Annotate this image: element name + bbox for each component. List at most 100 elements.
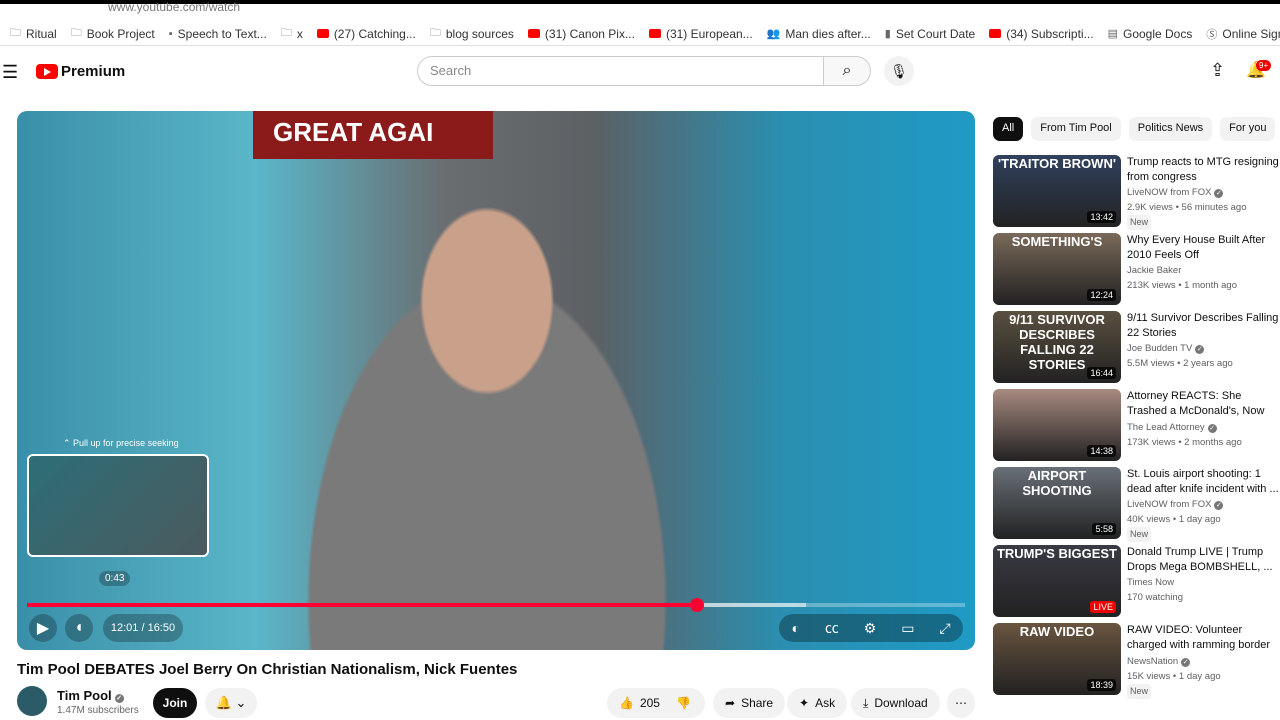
autoplay-toggle[interactable]: ◐: [791, 620, 799, 636]
like-dislike-group: 👍 205 👎: [607, 688, 705, 718]
subscription-bell-button[interactable]: 🔔 ⌄: [205, 688, 257, 718]
channel-label[interactable]: NewsNation: [1127, 656, 1178, 667]
ask-button[interactable]: ✦ Ask: [787, 688, 848, 718]
video-thumbnail[interactable]: AIRPORT SHOOTING 5:58: [993, 467, 1121, 539]
filter-chip[interactable]: For you: [1220, 117, 1276, 141]
download-button[interactable]: ⤓ Download: [851, 688, 940, 718]
video-title: Tim Pool DEBATES Joel Berry On Christian…: [17, 661, 518, 678]
thumbnail-text: TRUMP'S BIGGEST: [996, 546, 1118, 561]
video-title[interactable]: St. Louis airport shooting: 1 dead after…: [1127, 467, 1280, 497]
channel-label[interactable]: LiveNOW from FOX: [1127, 187, 1211, 198]
video-title[interactable]: RAW VIDEO: Volunteer charged with rammin…: [1127, 623, 1280, 654]
volume-button[interactable]: ◖: [65, 614, 93, 642]
recommended-video[interactable]: RAW VIDEO 18:39 RAW VIDEO: Volunteer cha…: [993, 623, 1280, 701]
bookmark-item[interactable]: 🗀 Book Project: [71, 24, 155, 43]
bookmark-label: Ritual: [26, 26, 57, 41]
channel-name[interactable]: Joe Budden TV ✓: [1127, 341, 1280, 356]
video-thumbnail[interactable]: 9/11 SURVIVOR DESCRIBES FALLING 22 STORI…: [993, 311, 1121, 383]
thumbnail-text: [993, 389, 1121, 391]
channel-name[interactable]: LiveNOW from FOX ✓: [1127, 185, 1280, 200]
channel-label[interactable]: Joe Budden TV: [1127, 343, 1192, 354]
channel-label[interactable]: Times Now: [1127, 577, 1174, 588]
folder-icon: 🗀: [70, 27, 82, 39]
video-thumbnail[interactable]: RAW VIDEO 18:39: [993, 623, 1121, 695]
bookmark-label: Online Signatu...: [1222, 26, 1280, 41]
channel-name[interactable]: Jackie Baker: [1127, 263, 1280, 278]
bookmark-item[interactable]: 🗀 Ritual: [10, 24, 57, 43]
page-icon: ▪: [168, 27, 173, 40]
join-button[interactable]: Join: [153, 688, 197, 718]
filter-chip[interactable]: From Tim Pool: [1031, 117, 1121, 141]
channel-label[interactable]: LiveNOW from FOX: [1127, 499, 1211, 510]
channel-label[interactable]: The Lead Attorney: [1127, 422, 1205, 433]
captions-icon[interactable]: ㏄: [825, 618, 839, 638]
bookmark-item[interactable]: (27) Catching...: [316, 27, 416, 41]
like-count[interactable]: 205: [640, 696, 660, 710]
video-title[interactable]: 9/11 Survivor Describes Falling 22 Stori…: [1127, 311, 1280, 341]
video-title[interactable]: Donald Trump LIVE | Trump Drops Mega BOM…: [1127, 545, 1280, 575]
duration-badge: 18:39: [1087, 679, 1116, 691]
channel-avatar[interactable]: [17, 686, 47, 716]
video-title[interactable]: Attorney REACTS: She Trashed a McDonald'…: [1127, 389, 1280, 420]
video-thumbnail[interactable]: TRUMP'S BIGGEST LIVE: [993, 545, 1121, 617]
video-thumbnail[interactable]: 14:38: [993, 389, 1121, 461]
channel-name[interactable]: NewsNation ✓: [1127, 654, 1280, 669]
bookmark-item[interactable]: (31) Canon Pix...: [527, 27, 635, 41]
more-actions-button[interactable]: ⋯: [947, 688, 975, 718]
duration-badge: 5:58: [1092, 523, 1116, 535]
bookmark-item[interactable]: Ⓢ Online Signatu...: [1206, 26, 1280, 42]
bookmark-item[interactable]: (34) Subscripti...: [989, 27, 1094, 41]
bookmark-item[interactable]: ▮ Set Court Date: [885, 27, 975, 41]
share-button[interactable]: ➦ Share: [713, 688, 786, 718]
video-title[interactable]: Trump reacts to MTG resigning from congr…: [1127, 155, 1280, 185]
scrubber-handle[interactable]: [689, 598, 704, 612]
menu-icon[interactable]: ☰: [2, 62, 18, 83]
bookmark-item[interactable]: (31) European...: [648, 27, 753, 41]
recommended-video[interactable]: AIRPORT SHOOTING 5:58 St. Louis airport …: [993, 467, 1280, 545]
theater-mode-icon[interactable]: ▭: [901, 620, 914, 637]
channel-name-text[interactable]: Tim Pool: [57, 688, 112, 703]
video-player[interactable]: GREAT AGAI ⌃ Pull up for precise seeking…: [17, 111, 975, 650]
recommended-video[interactable]: TRUMP'S BIGGEST LIVE Donald Trump LIVE |…: [993, 545, 1280, 623]
like-icon[interactable]: 👍: [619, 696, 634, 710]
recommended-video[interactable]: 14:38 Attorney REACTS: She Trashed a McD…: [993, 389, 1280, 467]
youtube-logo[interactable]: Premium: [36, 63, 125, 80]
recommended-video[interactable]: 'TRAITOR BROWN' 13:42 Trump reacts to MT…: [993, 155, 1280, 233]
progress-bar[interactable]: [27, 598, 965, 612]
channel-name[interactable]: The Lead Attorney ✓: [1127, 420, 1280, 435]
recommended-video[interactable]: 9/11 SURVIVOR DESCRIBES FALLING 22 STORI…: [993, 311, 1280, 389]
bookmark-item[interactable]: ▤ Google Docs: [1108, 27, 1193, 41]
google-docs-icon: ▤: [1107, 28, 1118, 40]
bookmark-item[interactable]: ▪ Speech to Text...: [169, 27, 267, 41]
filter-chip[interactable]: All: [993, 117, 1024, 141]
play-button[interactable]: ▶: [29, 614, 57, 642]
folder-icon: 🗀: [429, 27, 441, 39]
sparkle-icon: ✦: [799, 696, 810, 710]
address-bar[interactable]: www.youtube.com/watch: [108, 0, 240, 14]
settings-gear-icon[interactable]: ⚙: [864, 620, 877, 637]
channel-name[interactable]: Tim Pool ✓: [57, 688, 124, 703]
bookmark-item[interactable]: 👥 Man dies after...: [767, 27, 871, 41]
video-title[interactable]: Why Every House Built After 2010 Feels O…: [1127, 233, 1280, 263]
upload-icon[interactable]: ⇪: [1210, 60, 1225, 81]
video-thumbnail[interactable]: SOMETHING'S 12:24: [993, 233, 1121, 305]
search-button[interactable]: ⌕: [823, 56, 871, 86]
fullscreen-icon[interactable]: ⤢: [939, 620, 950, 637]
bookmark-label: Google Docs: [1122, 26, 1193, 41]
video-meta: 40K views • 1 day ago: [1127, 514, 1221, 525]
download-label: Download: [874, 696, 928, 710]
filter-chip[interactable]: Politics News: [1128, 117, 1213, 141]
channel-name[interactable]: LiveNOW from FOX ✓: [1127, 497, 1280, 512]
video-thumbnail[interactable]: 'TRAITOR BROWN' 13:42: [993, 155, 1121, 227]
recommended-video[interactable]: SOMETHING'S 12:24 Why Every House Built …: [993, 233, 1280, 311]
verified-icon: ✓: [1195, 345, 1205, 354]
dislike-icon[interactable]: 👎: [676, 696, 691, 710]
bookmark-item[interactable]: 🗀 x: [281, 24, 303, 43]
bookmark-item[interactable]: 🗀 blog sources: [430, 24, 514, 43]
microphone-icon[interactable]: 🎙: [884, 56, 914, 86]
search-input[interactable]: Search: [417, 56, 824, 86]
video-meta: 5.5M views • 2 years ago: [1127, 358, 1233, 369]
recommendations-sidebar: All From Tim Pool Politics News For you 'TR…: [993, 117, 1280, 701]
channel-label[interactable]: Jackie Baker: [1127, 265, 1181, 276]
channel-name[interactable]: Times Now: [1127, 575, 1280, 590]
